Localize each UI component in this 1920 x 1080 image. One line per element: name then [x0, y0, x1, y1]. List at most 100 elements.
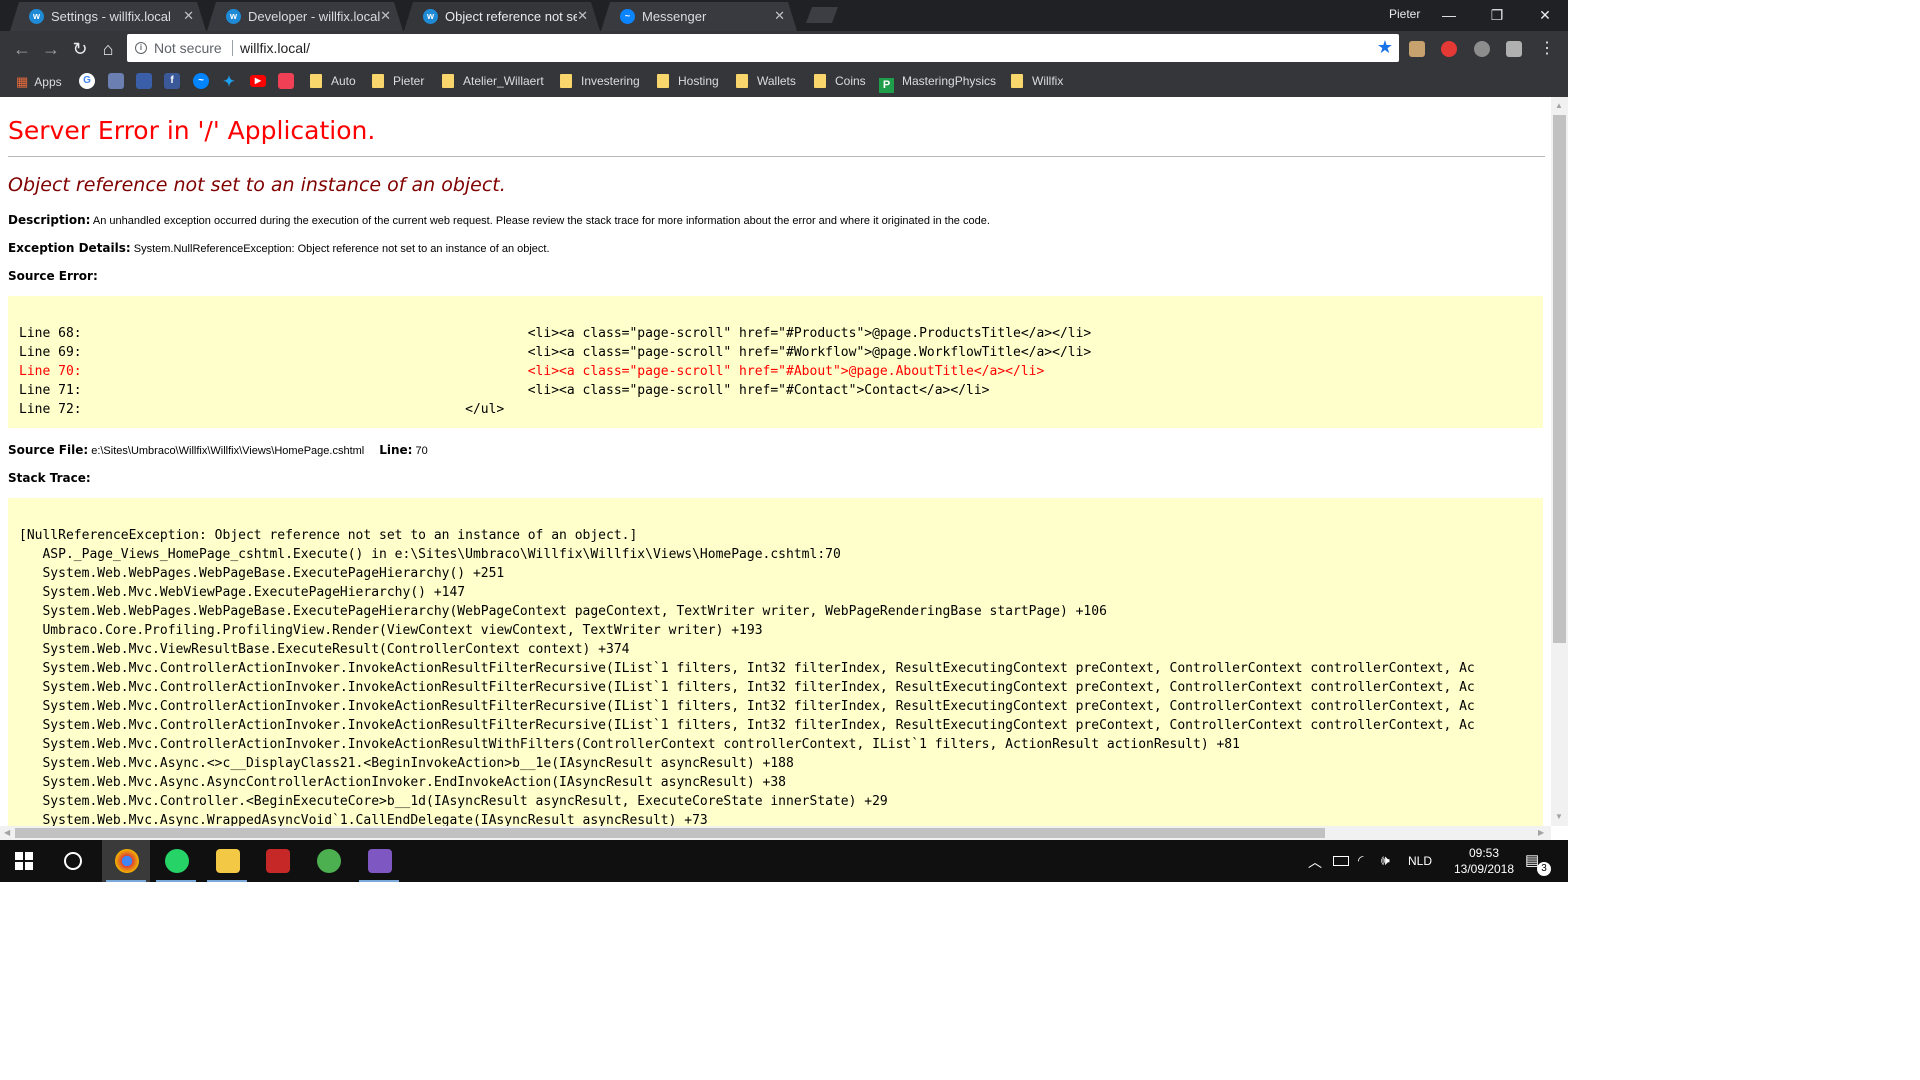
extension-icon[interactable]: [1474, 41, 1490, 57]
new-tab-button[interactable]: [806, 7, 838, 23]
battery-icon[interactable]: [1333, 856, 1349, 866]
scroll-right-icon[interactable]: ▶: [1538, 828, 1544, 837]
active-indicator: [156, 880, 196, 882]
bank-icon[interactable]: [136, 73, 152, 89]
info-icon[interactable]: i: [135, 42, 147, 54]
facebook-icon[interactable]: f: [164, 73, 180, 89]
close-icon[interactable]: ✕: [380, 8, 391, 24]
stack-line: System.Web.Mvc.ControllerActionInvoker.I…: [19, 737, 1240, 752]
extension-icon[interactable]: [1506, 41, 1522, 57]
apps-grid-icon: ▦: [16, 74, 29, 89]
scroll-down-icon[interactable]: ▼: [1555, 812, 1563, 821]
description: Description: An unhandled exception occu…: [8, 213, 990, 227]
bookmark-folder-investering[interactable]: Investering: [560, 73, 640, 90]
bookmark-apps[interactable]: ▦ Apps: [16, 73, 62, 90]
close-icon[interactable]: ✕: [774, 8, 785, 24]
taskbar-visual-studio[interactable]: [355, 840, 403, 882]
bookmark-folder-auto[interactable]: Auto: [310, 73, 356, 90]
stack-line: System.Web.Mvc.ControllerActionInvoker.I…: [19, 661, 1475, 676]
bookmark-folder-atelier[interactable]: Atelier_Willaert: [442, 73, 544, 90]
profile-name[interactable]: Pieter: [1389, 7, 1420, 21]
taskbar-app[interactable]: [253, 840, 301, 882]
date: 13/09/2018: [1453, 862, 1515, 876]
error-message: Object reference not set to an instance …: [8, 174, 506, 196]
messenger-icon[interactable]: ~: [193, 73, 209, 89]
close-icon[interactable]: ✕: [577, 8, 588, 24]
scroll-thumb[interactable]: [1553, 115, 1566, 643]
tab-title: Messenger: [642, 9, 707, 24]
bookmark-label: Apps: [34, 75, 62, 89]
close-icon[interactable]: ✕: [183, 8, 194, 24]
source-file-label: Source File:: [8, 443, 89, 457]
close-window-icon[interactable]: ✕: [1530, 3, 1560, 27]
tab-messenger[interactable]: ~ Messenger ✕: [601, 2, 797, 31]
scroll-thumb[interactable]: [15, 828, 1325, 838]
back-icon[interactable]: ←: [11, 38, 33, 60]
divider: [8, 156, 1545, 157]
chrome-icon: [115, 849, 139, 873]
youtube-icon[interactable]: ▶: [250, 75, 266, 87]
bookmark-masteringphysics[interactable]: P MasteringPhysics: [879, 73, 996, 93]
address-bar[interactable]: i Not secure willfix.local/ ★: [127, 34, 1399, 62]
adblock-icon[interactable]: [1441, 41, 1457, 57]
description-text: An unhandled exception occurred during t…: [90, 215, 990, 227]
stack-trace-label: Stack Trace:: [8, 471, 91, 485]
twitter-icon[interactable]: ✦: [221, 73, 237, 89]
line-label: Line:: [379, 443, 413, 457]
tab-developer[interactable]: w Developer - willfix.local ✕: [207, 2, 403, 31]
taskbar-whatsapp[interactable]: [152, 840, 200, 882]
windows-start-icon[interactable]: [15, 852, 33, 870]
notification-count: 3: [1537, 862, 1551, 876]
folder-icon: [442, 74, 454, 88]
source-line: Line 68: <li><a class="page-scroll" href…: [19, 326, 1092, 341]
tab-settings[interactable]: w Settings - willfix.local ✕: [10, 2, 206, 31]
search-icon[interactable]: [64, 852, 82, 870]
restore-icon[interactable]: ❐: [1482, 3, 1512, 27]
umbraco-icon: w: [29, 9, 44, 24]
home-icon[interactable]: ⌂: [97, 38, 119, 60]
scroll-left-icon[interactable]: ◀: [4, 828, 10, 837]
language-indicator[interactable]: NLD: [1408, 854, 1432, 868]
stack-line: Umbraco.Core.Profiling.ProfilingView.Ren…: [19, 623, 763, 638]
tab-title: Settings - willfix.local: [51, 9, 171, 24]
horizontal-scrollbar[interactable]: ◀ ▶: [0, 826, 1551, 840]
vertical-scrollbar[interactable]: ▲ ▼: [1551, 97, 1568, 826]
bookmark-label: Willfix: [1032, 74, 1064, 88]
app-icon: [266, 849, 290, 873]
tab-error-page[interactable]: w Object reference not set ✕: [404, 2, 600, 31]
google-icon[interactable]: G: [79, 73, 95, 89]
tab-title: Developer - willfix.local: [248, 9, 380, 24]
extension-icon[interactable]: [1409, 41, 1425, 57]
forward-icon[interactable]: →: [40, 38, 62, 60]
taskbar-chrome[interactable]: [102, 840, 150, 882]
stack-line: System.Web.Mvc.Controller.<BeginExecuteC…: [19, 794, 888, 809]
bookmark-folder-coins[interactable]: Coins: [814, 73, 866, 90]
visual-studio-icon: [368, 849, 392, 873]
volume-icon[interactable]: 🕪: [1381, 852, 1390, 869]
stack-line: System.Web.Mvc.Async.WrappedAsyncVoid`1.…: [19, 813, 708, 826]
security-label[interactable]: Not secure: [154, 40, 222, 56]
stack-line: System.Web.WebPages.WebPageBase.ExecuteP…: [19, 604, 1107, 619]
source-line-highlighted: Line 70: <li><a class="page-scroll" href…: [19, 364, 1045, 379]
source-line: Line 69: <li><a class="page-scroll" href…: [19, 345, 1092, 360]
scroll-up-icon[interactable]: ▲: [1555, 101, 1563, 110]
wifi-icon[interactable]: ◜: [1358, 852, 1363, 869]
taskbar-xbox[interactable]: [304, 840, 352, 882]
bookmark-label: Investering: [581, 74, 640, 88]
clock[interactable]: 09:53 13/09/2018: [1446, 845, 1522, 877]
chevron-up-icon[interactable]: ︿: [1308, 852, 1322, 872]
minimize-icon[interactable]: —: [1434, 3, 1464, 27]
bookmark-folder-willfix[interactable]: Willfix: [1011, 73, 1063, 90]
star-icon[interactable]: ★: [1377, 37, 1393, 58]
bookmark-icon[interactable]: [108, 73, 124, 89]
bookmark-label: Pieter: [393, 74, 425, 88]
menu-icon[interactable]: ⋮: [1536, 38, 1558, 60]
taskbar-file-explorer[interactable]: [203, 840, 251, 882]
reload-icon[interactable]: ↻: [69, 38, 91, 60]
url-text[interactable]: willfix.local/: [240, 40, 310, 56]
tab-title: Object reference not set: [445, 9, 577, 24]
bookmark-folder-hosting[interactable]: Hosting: [657, 73, 719, 90]
pocket-icon[interactable]: [278, 73, 294, 89]
bookmark-folder-pieter[interactable]: Pieter: [372, 73, 424, 90]
bookmark-folder-wallets[interactable]: Wallets: [736, 73, 796, 90]
